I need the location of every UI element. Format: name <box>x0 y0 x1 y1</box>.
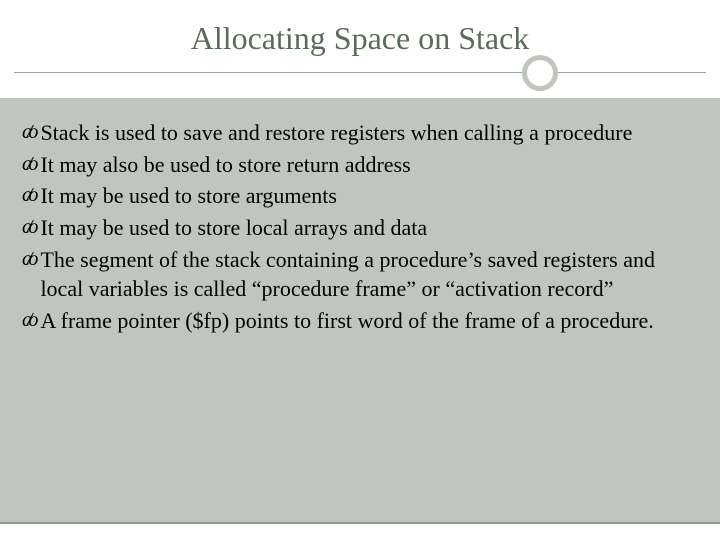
slide-title: Allocating Space on Stack <box>0 20 720 57</box>
bullet-text: A frame pointer ($fp) points to first wo… <box>40 306 698 336</box>
content-area: c/o Stack is used to save and restore re… <box>22 118 698 338</box>
list-item: c/o The segment of the stack containing … <box>22 245 698 304</box>
circle-ornament-icon <box>522 55 558 91</box>
bullet-text: It may be used to store arguments <box>40 181 698 211</box>
slide: Allocating Space on Stack c/o Stack is u… <box>0 0 720 540</box>
bullet-icon: c/o <box>22 118 34 148</box>
footer-band <box>0 522 720 540</box>
bullet-text: Stack is used to save and restore regist… <box>40 118 698 148</box>
bullet-icon: c/o <box>22 306 34 336</box>
list-item: c/o It may be used to store local arrays… <box>22 213 698 243</box>
list-item: c/o Stack is used to save and restore re… <box>22 118 698 148</box>
bullet-text: It may be used to store local arrays and… <box>40 213 698 243</box>
list-item: c/o A frame pointer ($fp) points to firs… <box>22 306 698 336</box>
bullet-icon: c/o <box>22 213 34 243</box>
list-item: c/o It may also be used to store return … <box>22 150 698 180</box>
bullet-text: It may also be used to store return addr… <box>40 150 698 180</box>
list-item: c/o It may be used to store arguments <box>22 181 698 211</box>
bullet-icon: c/o <box>22 150 34 180</box>
bullet-icon: c/o <box>22 181 34 211</box>
bullet-icon: c/o <box>22 245 34 304</box>
bullet-text: The segment of the stack containing a pr… <box>40 245 698 304</box>
horizontal-rule <box>14 72 706 73</box>
